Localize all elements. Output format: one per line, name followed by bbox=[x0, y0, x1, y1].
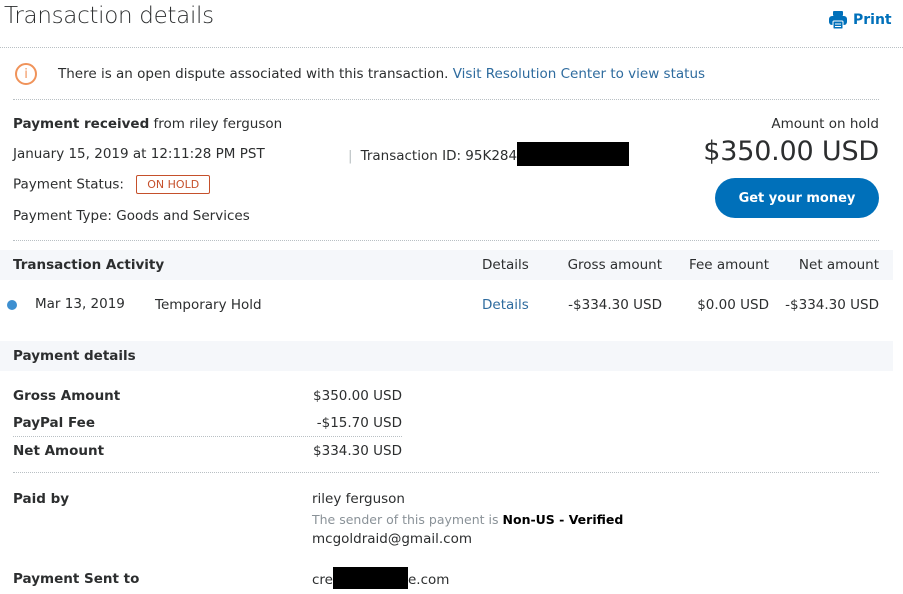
payment-received-line: Payment received from riley ferguson bbox=[13, 116, 282, 132]
payment-status-line: Payment Status: ON HOLD bbox=[13, 175, 211, 194]
activity-description: Temporary Hold bbox=[155, 297, 262, 313]
amount-on-hold-value: $350.00 USD bbox=[703, 136, 879, 167]
activity-fee: $0.00 USD bbox=[697, 297, 769, 313]
payment-type: Payment Type: Goods and Services bbox=[13, 208, 250, 224]
payment-sent-to-label: Payment Sent to bbox=[13, 571, 140, 587]
net-divider bbox=[13, 472, 879, 473]
paypal-fee-value: -$15.70 USD bbox=[316, 415, 402, 431]
status-badge: ON HOLD bbox=[136, 175, 211, 194]
redacted-block bbox=[517, 142, 630, 166]
transaction-id-text: Transaction ID: 95K284 bbox=[360, 148, 518, 164]
amount-on-hold-label: Amount on hold bbox=[771, 116, 879, 132]
col-details: Details bbox=[482, 257, 529, 273]
activity-details-link[interactable]: Details bbox=[482, 297, 529, 313]
fee-divider bbox=[13, 436, 402, 437]
paid-by-label: Paid by bbox=[13, 491, 70, 507]
transaction-id: | Transaction ID: 95K284 bbox=[348, 142, 630, 166]
payment-received-bold: Payment received bbox=[13, 116, 150, 132]
payment-sent-to-value: cre e.com bbox=[312, 567, 450, 589]
payment-details-title: Payment details bbox=[13, 348, 136, 364]
col-net: Net amount bbox=[798, 257, 879, 273]
info-icon: i bbox=[15, 63, 37, 85]
payment-status-label: Payment Status: bbox=[13, 176, 124, 193]
net-amount-label: Net Amount bbox=[13, 443, 105, 459]
col-gross: Gross amount bbox=[567, 257, 662, 273]
payment-received-from: from riley ferguson bbox=[149, 116, 283, 132]
activity-date: Mar 13, 2019 bbox=[35, 296, 125, 312]
sent-to-suffix: e.com bbox=[407, 572, 450, 588]
get-your-money-button[interactable]: Get your money bbox=[715, 178, 879, 218]
activity-title: Transaction Activity bbox=[13, 257, 165, 273]
transaction-datetime: January 15, 2019 at 12:11:28 PM PST bbox=[13, 146, 265, 162]
col-fee: Fee amount bbox=[688, 257, 769, 273]
activity-status-dot bbox=[7, 300, 17, 310]
sent-to-prefix: cre bbox=[312, 572, 333, 588]
paypal-fee-label: PayPal Fee bbox=[13, 415, 95, 431]
sender-note: The sender of this payment is Non-US - V… bbox=[312, 512, 623, 527]
page-title: Transaction details bbox=[4, 3, 214, 29]
paid-by-name: riley ferguson bbox=[312, 491, 405, 507]
print-button[interactable]: Print bbox=[828, 10, 892, 30]
redacted-block bbox=[332, 567, 408, 589]
activity-net: -$334.30 USD bbox=[785, 297, 879, 313]
paid-by-email: mcgoldraid@gmail.com bbox=[312, 531, 472, 547]
header-divider bbox=[0, 47, 903, 48]
gross-amount-value: $350.00 USD bbox=[313, 388, 402, 404]
activity-gross: -$334.30 USD bbox=[568, 297, 662, 313]
sender-verification-status: Non-US - Verified bbox=[502, 512, 624, 527]
dispute-alert: There is an open dispute associated with… bbox=[58, 66, 705, 82]
pipe-divider: | bbox=[348, 148, 353, 164]
alert-message: There is an open dispute associated with… bbox=[58, 66, 449, 82]
alert-divider bbox=[13, 99, 879, 100]
printer-icon bbox=[829, 11, 847, 30]
sender-note-prefix: The sender of this payment is bbox=[312, 512, 503, 527]
summary-divider bbox=[13, 240, 879, 241]
print-label: Print bbox=[853, 12, 892, 28]
net-amount-value: $334.30 USD bbox=[313, 443, 402, 459]
gross-amount-label: Gross Amount bbox=[13, 388, 121, 404]
resolution-center-link[interactable]: Visit Resolution Center to view status bbox=[453, 66, 705, 82]
